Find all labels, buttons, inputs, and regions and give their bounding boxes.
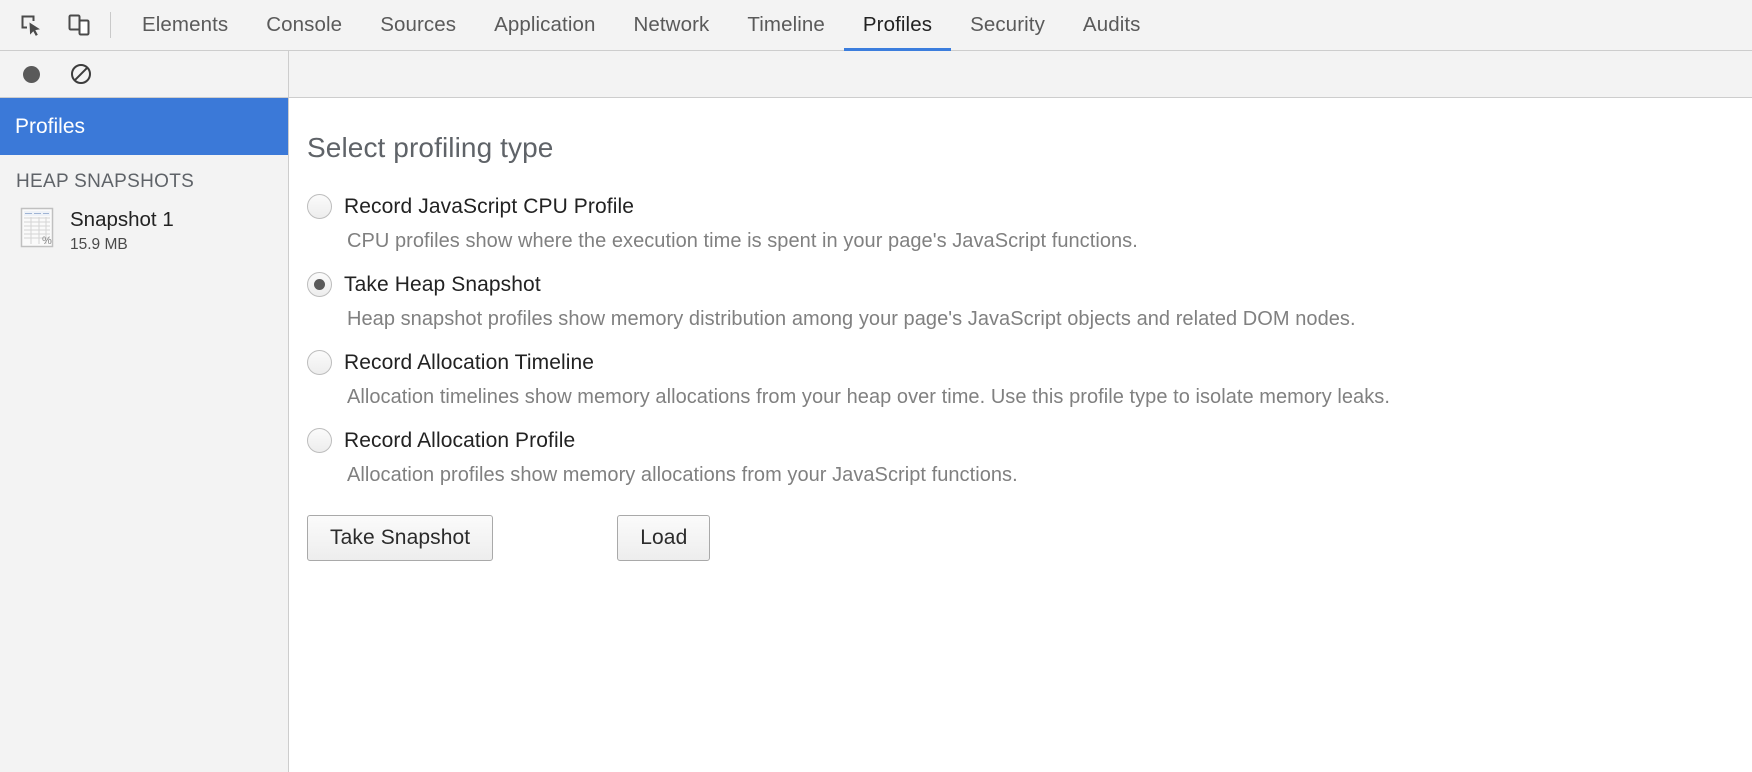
tab-label: Profiles <box>862 13 933 36</box>
tab-timeline[interactable]: Timeline <box>728 0 844 50</box>
option-label-allocation-profile: Record Allocation Profile <box>344 428 576 452</box>
profiles-toolbar <box>0 51 1752 98</box>
tab-audits[interactable]: Audits <box>1064 0 1160 50</box>
sidebar-item-profiles[interactable]: Profiles <box>0 98 288 155</box>
radio-row-cpu-profile[interactable]: Record JavaScript CPU Profile <box>307 194 1752 219</box>
devtools-tabs: Elements Console Sources Application Net… <box>123 0 1160 51</box>
radio-row-heap-snapshot[interactable]: Take Heap Snapshot <box>307 272 1752 297</box>
inspect-element-icon[interactable] <box>14 8 48 42</box>
list-item[interactable]: % Snapshot 1 15.9 MB <box>0 201 288 260</box>
profile-launcher-inner: Select profiling type Record JavaScript … <box>289 98 1752 561</box>
radio-row-allocation-timeline[interactable]: Record Allocation Timeline <box>307 350 1752 375</box>
tab-profiles[interactable]: Profiles <box>843 0 952 51</box>
record-circle-icon <box>22 65 40 83</box>
tabbar-tool-buttons <box>0 0 96 50</box>
toggle-device-toolbar-icon[interactable] <box>62 8 96 42</box>
radio-row-allocation-profile[interactable]: Record Allocation Profile <box>307 428 1752 453</box>
profile-option-heap-snapshot: Take Heap Snapshot Heap snapshot profile… <box>307 272 1752 331</box>
option-description-heap-snapshot: Heap snapshot profiles show memory distr… <box>347 308 1356 330</box>
profile-launcher-panel: Select profiling type Record JavaScript … <box>289 98 1752 772</box>
tabbar-divider <box>110 12 111 38</box>
radio-heap-snapshot[interactable] <box>307 272 332 297</box>
heap-snapshot-icon: % <box>20 207 56 249</box>
page-title: Select profiling type <box>307 132 554 163</box>
take-snapshot-button[interactable]: Take Snapshot <box>307 515 494 561</box>
launcher-buttons: Take Snapshot Load <box>307 515 1752 561</box>
tab-label: Audits <box>1082 13 1141 36</box>
profile-option-cpu-profile: Record JavaScript CPU Profile CPU profil… <box>307 194 1752 253</box>
profiles-body: Profiles HEAP SNAPSHOTS % Snapshot 1 15.… <box>0 98 1752 772</box>
sidebar-section-label: HEAP SNAPSHOTS <box>16 171 195 192</box>
tab-label: Application <box>494 13 596 36</box>
snapshot-size: 15.9 MB <box>70 235 128 253</box>
tab-label: Timeline <box>747 13 825 36</box>
option-label-heap-snapshot: Take Heap Snapshot <box>344 272 541 296</box>
tab-label: Elements <box>142 13 229 36</box>
option-label-allocation-timeline: Record Allocation Timeline <box>344 350 595 374</box>
tab-application[interactable]: Application <box>475 0 614 50</box>
option-label-cpu-profile: Record JavaScript CPU Profile <box>344 194 634 218</box>
radio-allocation-profile[interactable] <box>307 428 332 453</box>
clear-all-profiles-button[interactable] <box>66 59 96 89</box>
sidebar-header-label: Profiles <box>15 114 86 138</box>
tab-security[interactable]: Security <box>951 0 1064 50</box>
profiles-toolbar-buttons <box>0 51 289 97</box>
devtools-tabbar: Elements Console Sources Application Net… <box>0 0 1752 51</box>
tab-console[interactable]: Console <box>247 0 361 50</box>
snapshot-name: Snapshot 1 <box>70 208 174 231</box>
tab-elements[interactable]: Elements <box>123 0 247 50</box>
load-button[interactable]: Load <box>617 515 711 561</box>
sidebar-section-heap-snapshots: HEAP SNAPSHOTS <box>0 155 288 201</box>
svg-text:%: % <box>42 235 52 247</box>
option-description-allocation-profile: Allocation profiles show memory allocati… <box>347 464 1018 486</box>
tab-label: Network <box>633 13 710 36</box>
profiles-toolbar-spacer <box>289 51 1752 97</box>
tab-label: Security <box>970 13 1045 36</box>
profile-option-allocation-profile: Record Allocation Profile Allocation pro… <box>307 428 1752 487</box>
radio-allocation-timeline[interactable] <box>307 350 332 375</box>
option-description-allocation-timeline: Allocation timelines show memory allocat… <box>347 386 1390 408</box>
option-description-cpu-profile: CPU profiles show where the execution ti… <box>347 230 1138 252</box>
profiles-sidebar: Profiles HEAP SNAPSHOTS % Snapshot 1 15.… <box>0 98 289 772</box>
tab-network[interactable]: Network <box>614 0 728 50</box>
profile-option-allocation-timeline: Record Allocation Timeline Allocation ti… <box>307 350 1752 409</box>
no-entry-icon <box>71 64 91 84</box>
record-button[interactable] <box>16 59 46 89</box>
snapshot-text: Snapshot 1 15.9 MB <box>70 205 174 256</box>
tab-sources[interactable]: Sources <box>361 0 475 50</box>
tab-label: Sources <box>380 13 457 36</box>
radio-cpu-profile[interactable] <box>307 194 332 219</box>
tab-label: Console <box>266 13 343 36</box>
devtools-window: Elements Console Sources Application Net… <box>0 0 1752 772</box>
